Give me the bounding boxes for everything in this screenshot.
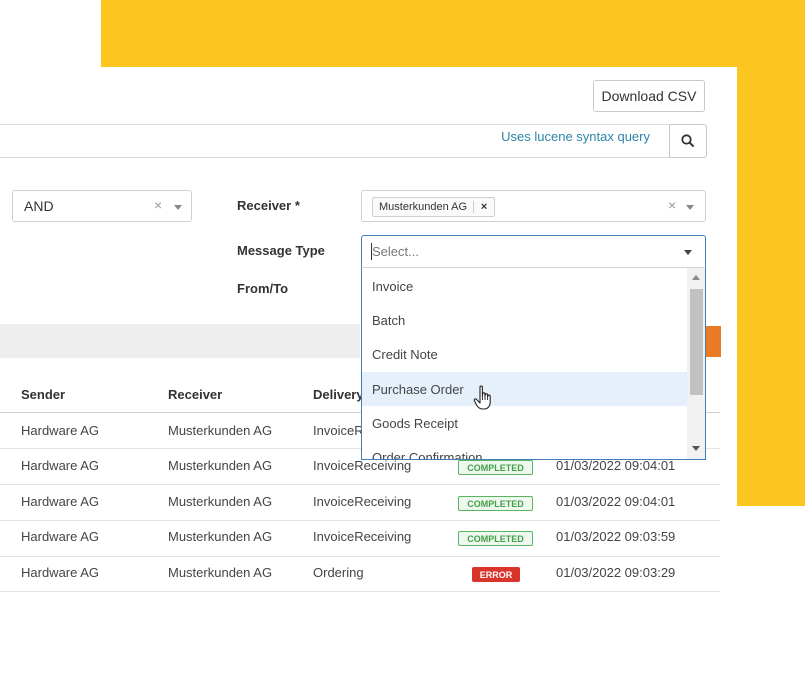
message-type-select[interactable]: Select... [361, 235, 706, 268]
download-csv-button[interactable]: Download CSV [593, 80, 705, 112]
search-icon [681, 134, 695, 148]
sender-cell: Hardware AG [21, 458, 100, 473]
receiver-cell: Musterkunden AG [168, 423, 273, 438]
dropdown-option-goods-receipt[interactable]: Goods Receipt [362, 406, 687, 440]
operator-select[interactable]: AND × [12, 190, 192, 222]
receiver-tag-label: Musterkunden AG [379, 201, 468, 213]
lucene-syntax-link[interactable]: Uses lucene syntax query [430, 129, 650, 151]
timestamp-cell: 01/03/2022 09:04:01 [556, 458, 676, 473]
dropdown-option-batch[interactable]: Batch [362, 303, 687, 337]
sender-cell: Hardware AG [21, 529, 100, 544]
timestamp-cell: 01/03/2022 09:03:29 [556, 565, 676, 580]
scroll-up-arrow-icon[interactable] [692, 275, 700, 280]
sender-cell: Hardware AG [21, 494, 100, 509]
search-input-border-bottom [0, 157, 670, 158]
receiver-clear-icon[interactable]: × [668, 197, 676, 213]
row-divider [0, 484, 720, 485]
toolbar-strip [0, 324, 360, 358]
dropdown-scroll-thumb[interactable] [690, 289, 703, 395]
chevron-down-icon[interactable] [174, 205, 182, 210]
receiver-select[interactable]: Musterkunden AG × × [361, 190, 706, 222]
delivery-cell: InvoiceReceiving [313, 494, 412, 509]
column-header-receiver[interactable]: Receiver [168, 387, 222, 402]
receiver-cell: Musterkunden AG [168, 494, 273, 509]
delivery-cell: InvoiceR [313, 423, 364, 438]
row-divider [0, 591, 720, 592]
hand-cursor-icon [473, 385, 491, 410]
status-badge: COMPLETED [458, 496, 533, 511]
delivery-cell: Ordering [313, 565, 364, 580]
sender-cell: Hardware AG [21, 423, 100, 438]
scroll-down-arrow-icon[interactable] [692, 446, 700, 451]
row-divider [0, 520, 720, 521]
receiver-cell: Musterkunden AG [168, 565, 273, 580]
sender-cell: Hardware AG [21, 565, 100, 580]
status-badge: COMPLETED [458, 531, 533, 546]
status-badge: ERROR [472, 567, 520, 582]
delivery-cell: InvoiceReceiving [313, 458, 412, 473]
timestamp-cell: 01/03/2022 09:04:01 [556, 494, 676, 509]
receiver-cell: Musterkunden AG [168, 529, 273, 544]
dropdown-option-purchase-order[interactable]: Purchase Order [362, 372, 687, 406]
chevron-down-icon[interactable] [684, 250, 692, 255]
chevron-down-icon[interactable] [686, 205, 694, 210]
row-divider [0, 556, 720, 557]
timestamp-cell: 01/03/2022 09:03:59 [556, 529, 676, 544]
receiver-cell: Musterkunden AG [168, 458, 273, 473]
receiver-tag: Musterkunden AG × [372, 197, 496, 217]
delivery-cell: InvoiceReceiving [313, 529, 412, 544]
column-header-delivery[interactable]: Delivery [313, 387, 364, 402]
dropdown-option-credit-note[interactable]: Credit Note [362, 337, 687, 371]
message-type-placeholder: Select... [372, 244, 419, 259]
remove-tag-icon[interactable]: × [473, 201, 494, 213]
message-type-label: Message Type [237, 243, 325, 258]
operator-clear-icon[interactable]: × [154, 197, 162, 213]
search-button[interactable] [669, 124, 707, 158]
from-to-label: From/To [237, 281, 289, 296]
dropdown-option-invoice[interactable]: Invoice [362, 269, 687, 303]
search-submit-button[interactable] [706, 326, 721, 357]
receiver-label: Receiver * [237, 198, 300, 213]
main-panel: Download CSV Uses lucene syntax query AN… [0, 67, 737, 675]
operator-value: AND [24, 198, 54, 214]
column-header-sender[interactable]: Sender [21, 387, 65, 402]
status-badge: COMPLETED [458, 460, 533, 475]
message-type-dropdown: Invoice Batch Credit Note Purchase Order… [361, 267, 706, 460]
dropdown-option-order-confirmation[interactable]: Order Confirmation [362, 440, 687, 459]
